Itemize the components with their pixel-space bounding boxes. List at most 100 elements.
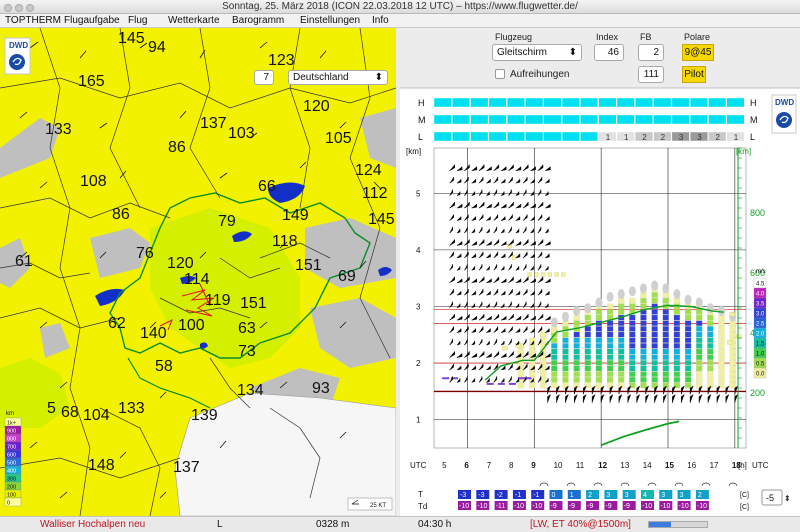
cloud-cell <box>525 114 544 125</box>
climb-bar-segment <box>707 343 714 349</box>
climb-bar-segment <box>696 314 703 321</box>
climb-bar-segment <box>729 382 736 389</box>
menu-bar: TOPTHERM Flugaufgabe Flug Wetterkarte Ba… <box>0 14 800 28</box>
climb-bar-segment <box>595 343 603 349</box>
climb-bar-segment <box>606 309 614 315</box>
map-value-label: 148 <box>88 457 115 474</box>
climb-bar-segment <box>673 326 681 332</box>
dewpoint-row-label: Td <box>418 502 427 511</box>
temperature-value: 1 <box>570 492 574 499</box>
climb-bar-segment <box>629 377 636 383</box>
climb-bar-segment <box>562 377 569 383</box>
climb-bar-segment <box>551 365 558 372</box>
cloud-cell <box>470 131 489 142</box>
region-select[interactable]: Deutschland ⬍ <box>288 70 388 85</box>
climb-legend-label: 1.0 <box>756 352 765 358</box>
cloud-cap <box>662 283 670 294</box>
climb-bar-segment <box>696 337 703 343</box>
climb-bar-segment <box>618 337 625 343</box>
sounding-panel: Flugzeug Gleitschirm ⬍ Index 46 FB 2 Pol… <box>400 28 800 516</box>
cloud-cell <box>671 97 690 108</box>
map-value-label: 133 <box>118 400 145 417</box>
weather-map[interactable]: 1459412316513386137103120105108 661241128… <box>0 28 396 516</box>
dewpoint-value: -9 <box>624 503 630 510</box>
climb-bar-segment <box>696 331 703 338</box>
menu-item-einstellungen[interactable]: Einstellungen <box>300 14 360 28</box>
climb-bar-segment <box>562 337 569 343</box>
climb-bar-segment <box>673 360 681 366</box>
climb-bar-segment <box>651 292 658 298</box>
map-value-label: 119 <box>205 292 231 309</box>
climb-bar-segment <box>651 309 658 315</box>
climb-bar-segment <box>696 360 703 366</box>
climb-bar-segment <box>629 371 636 377</box>
cloud-cell <box>470 114 489 125</box>
cloud-cell <box>543 131 562 142</box>
cloud-marker <box>527 272 532 277</box>
climb-bar-segment <box>629 343 636 349</box>
menu-item-wetterkarte[interactable]: Wetterkarte <box>168 14 220 28</box>
weather-map-panel[interactable]: 145 94 123 165 133 86 137 103 120 105 108 66 124 112 8… <box>0 28 396 516</box>
map-legend: km 1k+ 900 800 700 600 500 400 300 200 100 0 <box>4 411 22 507</box>
hour-tick-label: 12 <box>598 461 607 470</box>
climb-bar-segment <box>707 320 714 326</box>
map-value-label: 133 <box>45 121 72 138</box>
climb-bar-segment <box>729 331 736 338</box>
menu-item-info[interactable]: Info <box>372 14 389 28</box>
climb-bar-segment <box>551 377 558 383</box>
climb-bar-segment <box>629 303 636 309</box>
climb-legend-label: 4.5 <box>756 282 765 288</box>
cloud-cell <box>561 114 580 125</box>
climb-bar-segment <box>551 371 558 377</box>
cloud-cap <box>573 306 581 317</box>
cloud-cell <box>433 97 452 108</box>
climb-bar-segment <box>718 360 725 366</box>
right-axis-label: [km] <box>736 147 751 156</box>
cloud-cell-label: 2 <box>642 133 647 142</box>
climb-bar-segment <box>707 348 714 355</box>
hour-tick-label: 11 <box>576 461 585 470</box>
map-value-label: 112 <box>362 185 388 202</box>
cloud-marker <box>561 272 566 277</box>
dewpoint-value: -9 <box>551 503 557 510</box>
climb-bar-segment <box>517 371 525 377</box>
climb-bar-segment <box>640 348 647 355</box>
map-value-label: 63 <box>238 320 256 337</box>
climb-bar-segment <box>606 343 614 349</box>
climb-bar-segment <box>573 360 580 366</box>
sounding-chart[interactable]: HHMMLL11223321 [km]54321[km]800600400200… <box>400 28 800 516</box>
climb-bar-segment <box>696 320 703 326</box>
climb-bar-segment <box>662 297 669 304</box>
menu-item-flug[interactable]: Flug <box>128 14 147 28</box>
cloud-cell <box>433 131 452 142</box>
map-value-label: 149 <box>282 207 309 224</box>
climb-bar-segment <box>718 354 725 360</box>
map-value-label: 94 <box>148 39 166 56</box>
climb-bar-segment <box>651 297 658 304</box>
climb-bar-segment <box>729 354 736 360</box>
map-legend-unit: km <box>6 411 14 417</box>
climb-bar-segment <box>707 354 714 360</box>
menu-item-flugaufgabe[interactable]: Flugaufgabe <box>64 14 120 28</box>
dwd-logo-right-text: DWD <box>775 98 794 107</box>
stepper-arrows-icon[interactable]: ⬍ <box>784 494 791 503</box>
menu-item-toptherm[interactable]: TOPTHERM <box>5 14 61 28</box>
climb-bar-segment <box>584 331 591 338</box>
map-legend-label: 300 <box>7 477 16 483</box>
cloud-cell <box>616 114 635 125</box>
climb-bar-segment <box>562 354 569 360</box>
map-value-label: 118 <box>272 233 298 250</box>
cloud-cell <box>580 131 599 142</box>
climb-legend-label: 0.0 <box>756 372 765 378</box>
climb-bar-segment <box>584 377 591 383</box>
map-value-label: 103 <box>228 125 255 142</box>
zoom-select[interactable]: 7 <box>254 70 274 85</box>
menu-item-barogramm[interactable]: Barogramm <box>232 14 284 28</box>
hour-tick-label: 15 <box>665 461 674 470</box>
climb-bar-segment <box>551 360 558 366</box>
climb-bar-segment <box>528 382 536 389</box>
climb-bar-segment <box>573 343 580 349</box>
climb-bar-segment <box>718 331 725 338</box>
dwd-logo-right-emblem <box>776 112 792 128</box>
climb-bar-segment <box>684 326 692 332</box>
